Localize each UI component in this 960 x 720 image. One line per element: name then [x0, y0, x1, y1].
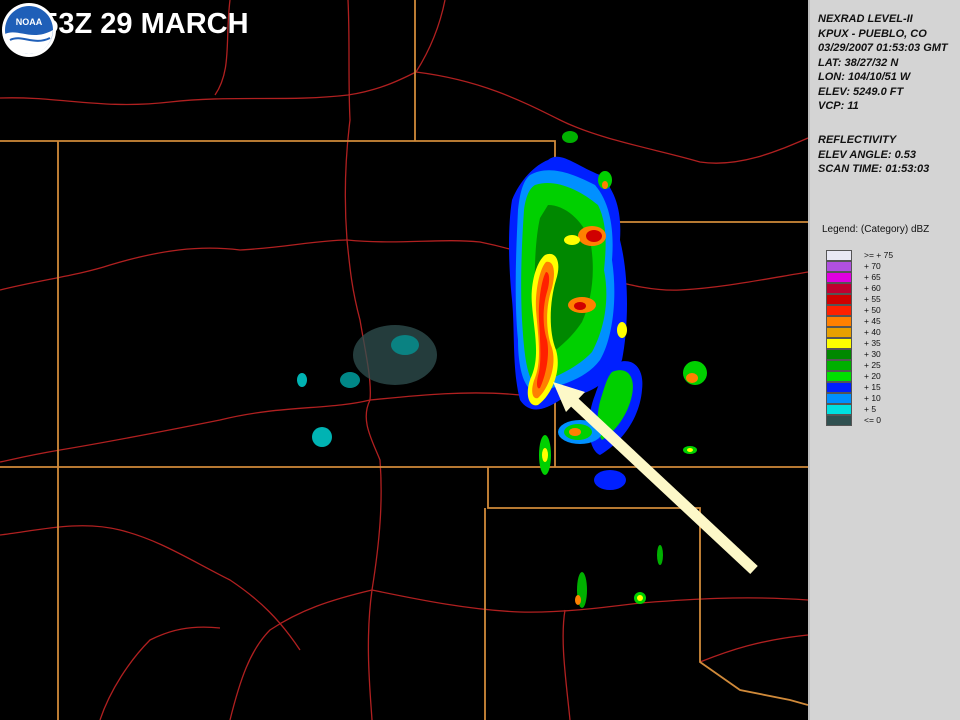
- legend-label: + 35: [864, 338, 881, 348]
- state-border: [487, 467, 808, 706]
- legend-swatch: [826, 272, 852, 283]
- echo-cell: [574, 302, 586, 310]
- echo-cell: [617, 322, 627, 338]
- radar-lat: LAT: 38/27/32 N: [818, 56, 899, 69]
- road-line: [371, 589, 808, 613]
- legend-swatch: [826, 349, 852, 360]
- echo-south-cell: [575, 595, 581, 605]
- echo-cell: [564, 235, 580, 245]
- road-line: [0, 71, 417, 106]
- road-line: [415, 0, 446, 73]
- legend-swatch: [826, 327, 852, 338]
- legend-swatch: [826, 393, 852, 404]
- ground-clutter: [353, 325, 437, 385]
- legend-swatch: [826, 305, 852, 316]
- legend-label: + 60: [864, 283, 881, 293]
- legend-label: + 20: [864, 371, 881, 381]
- product-elev-angle: ELEV ANGLE: 0.53: [818, 148, 917, 161]
- legend-swatch: [826, 415, 852, 426]
- echo-cell: [562, 131, 578, 143]
- legend-label: + 10: [864, 393, 881, 403]
- legend-label: + 5: [864, 404, 877, 414]
- legend-swatch: [826, 294, 852, 305]
- ground-clutter: [312, 427, 332, 447]
- legend-label: + 15: [864, 382, 881, 392]
- radar-vcp: VCP: 11: [818, 100, 859, 112]
- legend-swatch: [826, 338, 852, 349]
- noaa-logo-text: NOAA: [16, 17, 43, 27]
- echo-south-cell: [687, 448, 693, 452]
- ground-clutter: [391, 335, 419, 355]
- road-line: [0, 525, 301, 651]
- arrow-annotation: [553, 382, 758, 575]
- legend-label: >= + 75: [864, 250, 894, 260]
- ground-clutter: [297, 373, 307, 387]
- legend-swatch: [826, 404, 852, 415]
- legend-swatch: [826, 283, 852, 294]
- state-border: [0, 140, 808, 223]
- echo-south-cell: [637, 595, 643, 601]
- legend-label: + 45: [864, 316, 881, 326]
- legend-label: <= 0: [864, 415, 882, 425]
- noaa-logo-icon: NOAA: [2, 3, 56, 57]
- legend-swatch: [826, 360, 852, 371]
- product-info: REFLECTIVITY ELEV ANGLE: 0.53 SCAN TIME:…: [818, 133, 929, 177]
- legend-swatch: [826, 371, 852, 382]
- legend-label: + 30: [864, 349, 881, 359]
- road-line: [344, 0, 351, 241]
- legend-swatch: [826, 250, 852, 261]
- radar-elev: ELEV: 5249.0 FT: [818, 85, 904, 98]
- radar-header: NEXRAD LEVEL-II KPUX - PUEBLO, CO 03/29/…: [818, 12, 948, 114]
- echo-south-cell: [569, 428, 581, 436]
- echo-cell: [586, 230, 602, 242]
- ground-clutter: [340, 372, 360, 388]
- radar-source: NEXRAD LEVEL-II: [818, 13, 913, 25]
- radar-echoes: [297, 131, 707, 608]
- legend-label: + 70: [864, 261, 881, 271]
- legend-label: + 55: [864, 294, 881, 304]
- legend-label: + 25: [864, 360, 881, 370]
- road-line: [562, 609, 571, 720]
- road-line: [415, 71, 808, 164]
- road-line: [229, 589, 373, 720]
- road-line: [699, 634, 808, 663]
- legend-swatch: [826, 316, 852, 327]
- radar-map: 0153Z 29 MARCH NOAA: [0, 0, 808, 720]
- legend-label: + 50: [864, 305, 881, 315]
- radar-datetime: 03/29/2007 01:53:03 GMT: [818, 42, 948, 54]
- product-scan-time: SCAN TIME: 01:53:03: [818, 163, 930, 175]
- product-name: REFLECTIVITY: [818, 134, 897, 146]
- radar-lon: LON: 104/10/51 W: [818, 71, 911, 83]
- legend-label: + 40: [864, 327, 881, 337]
- radar-info-panel: NEXRAD LEVEL-II KPUX - PUEBLO, CO 03/29/…: [808, 0, 960, 720]
- road-line: [0, 239, 348, 291]
- radar-site: KPUX - PUEBLO, CO: [818, 27, 927, 40]
- road-line: [99, 626, 221, 720]
- radar-slide: 0153Z 29 MARCH NOAA NEXRAD LEVEL-II KPUX…: [0, 0, 960, 720]
- echo-south-cell: [686, 373, 698, 383]
- legend-swatch: [826, 261, 852, 272]
- road-line: [365, 399, 382, 720]
- echo-south-cell: [657, 545, 663, 565]
- legend-swatch: [826, 382, 852, 393]
- echo-south-cell: [542, 448, 548, 462]
- legend-label: + 65: [864, 272, 881, 282]
- legend-title: Legend: (Category) dBZ: [822, 224, 930, 235]
- map-canvas: [0, 0, 808, 720]
- echo-cell: [602, 181, 608, 189]
- echo-south-cell: [594, 470, 626, 490]
